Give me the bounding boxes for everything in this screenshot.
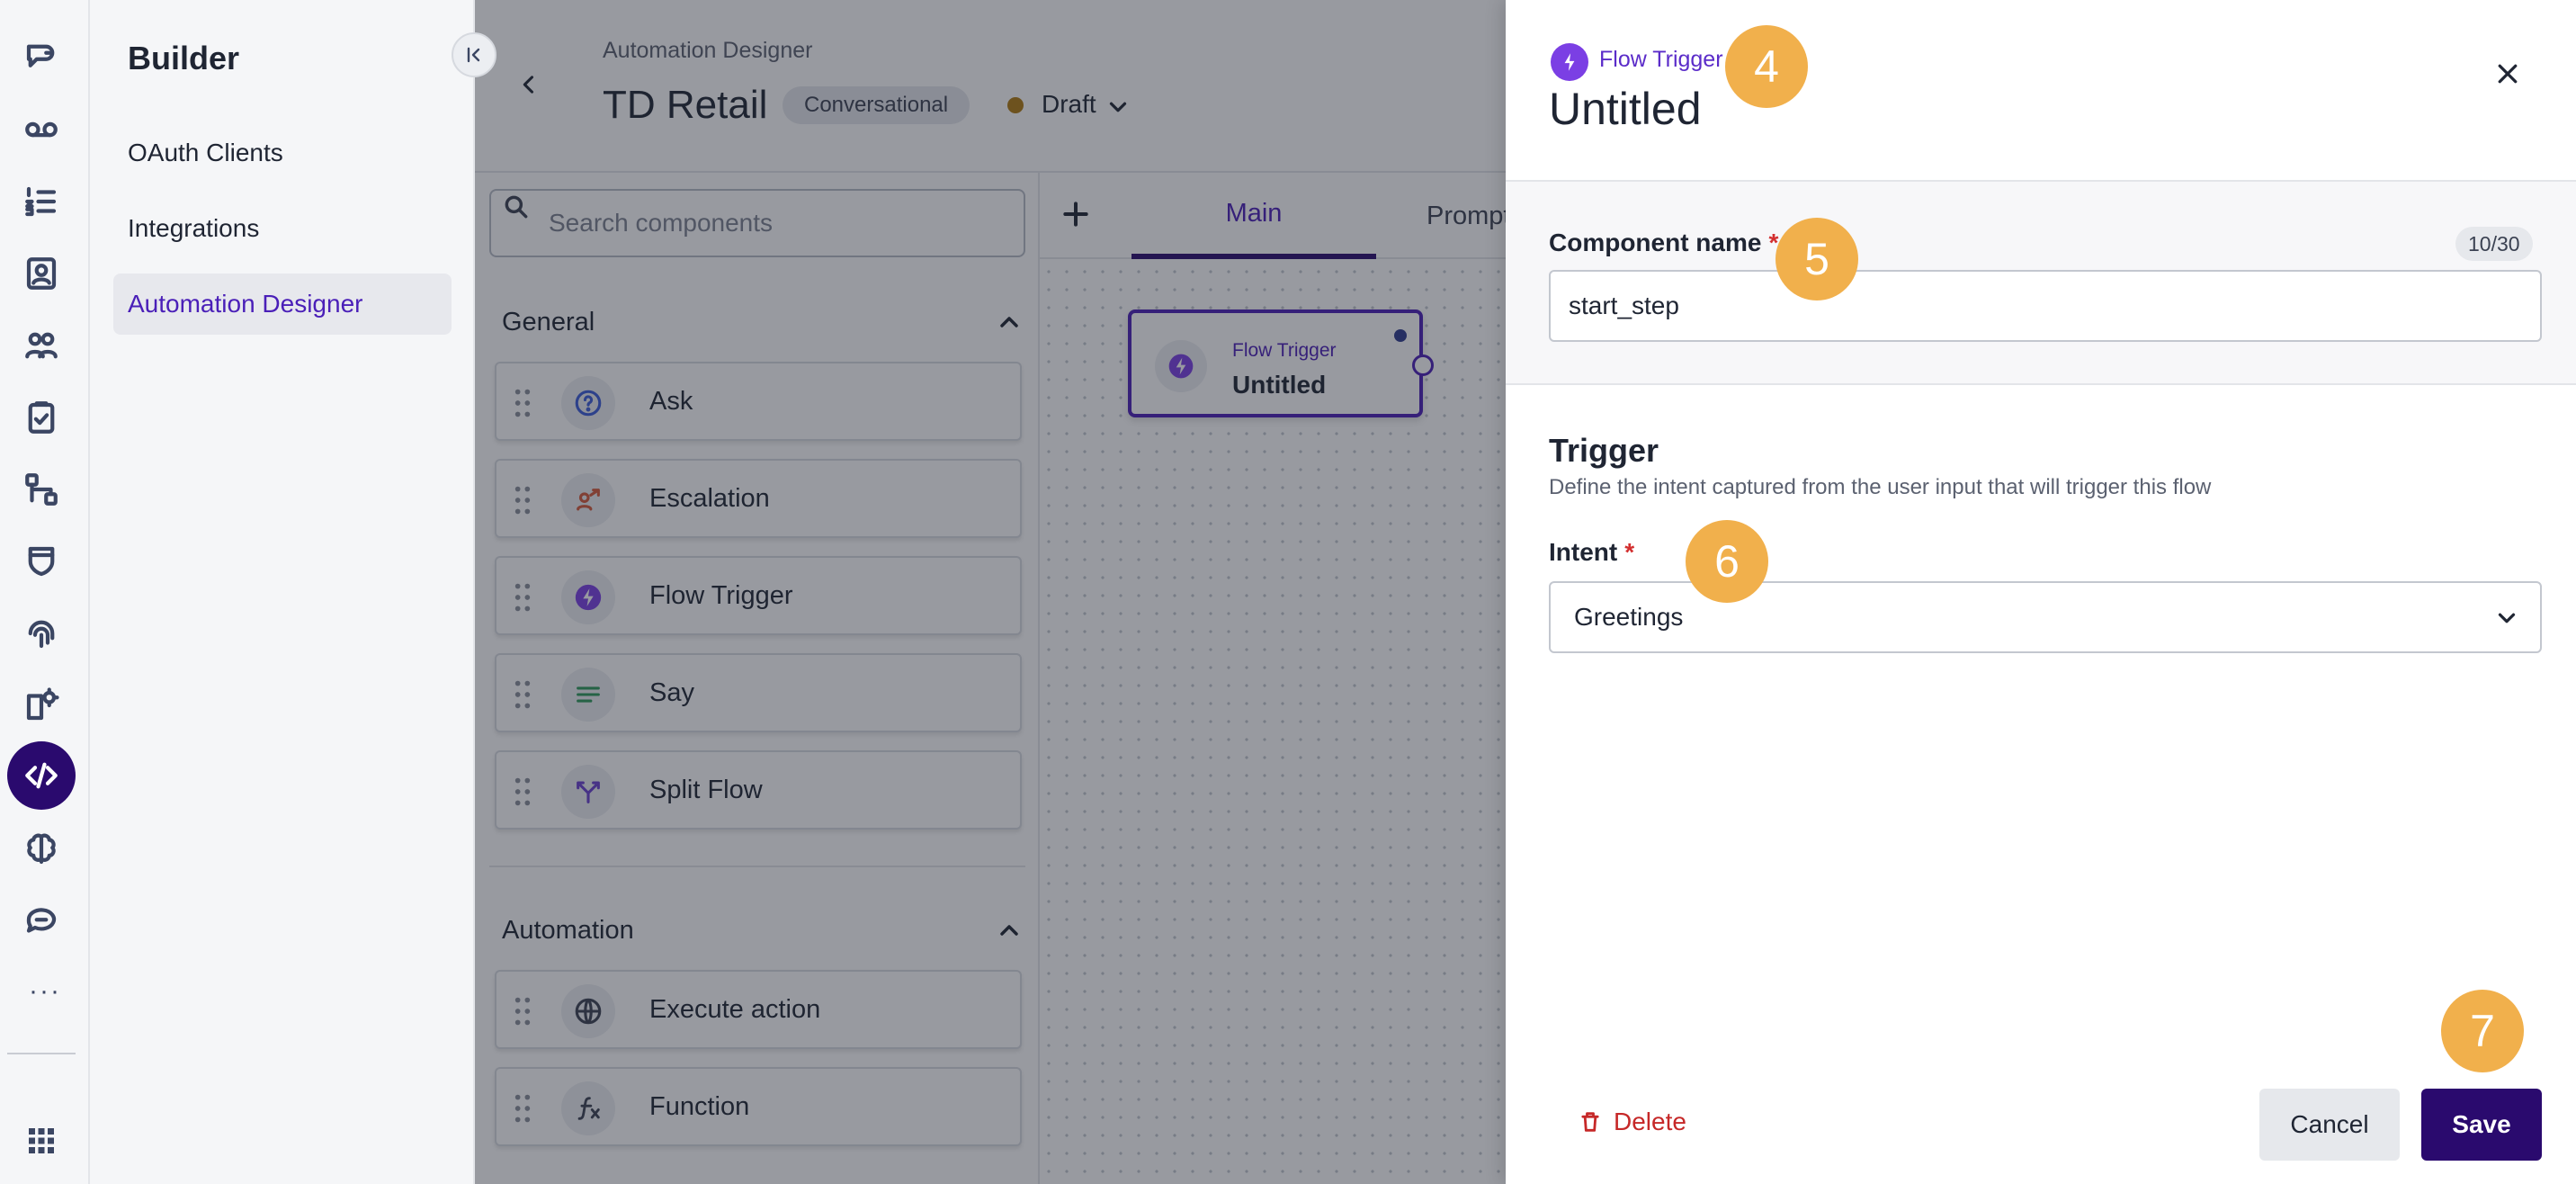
drawer-header: Flow Trigger Untitled <box>1506 0 2576 182</box>
collapse-left-icon <box>467 47 480 63</box>
flow-icon[interactable] <box>13 461 70 518</box>
nav-item-automation-designer[interactable]: Automation Designer <box>113 274 452 335</box>
close-icon <box>2498 64 2518 84</box>
clipboard-check-icon[interactable] <box>13 389 70 446</box>
delete-button[interactable]: Delete <box>1560 1089 1704 1155</box>
intent-select[interactable]: Greetings <box>1549 581 2542 653</box>
contact-card-icon[interactable] <box>13 245 70 302</box>
chevron-down-icon <box>2498 613 2516 623</box>
builder-title: Builder <box>128 40 240 76</box>
trigger-heading: Trigger <box>1549 432 1659 469</box>
rail-divider <box>7 1053 76 1054</box>
voicemail-icon[interactable] <box>13 101 70 158</box>
chat-bubble-icon[interactable] <box>13 29 70 86</box>
delete-label: Delete <box>1614 1108 1686 1135</box>
message-heart-icon[interactable] <box>13 892 70 950</box>
component-name-label: Component name * <box>1549 229 1779 256</box>
brain-icon[interactable] <box>13 821 70 878</box>
nav-item-oauth-clients[interactable]: OAuth Clients <box>113 122 452 184</box>
step-marker-5: 5 <box>1775 218 1858 300</box>
collapse-sidebar-button[interactable] <box>452 32 496 77</box>
required-mark: * <box>1624 538 1635 566</box>
component-name-input[interactable] <box>1549 270 2542 342</box>
cancel-button[interactable]: Cancel <box>2259 1089 2400 1161</box>
trash-icon <box>1581 1112 1599 1132</box>
lightning-icon <box>1551 43 1588 81</box>
modal-overlay[interactable] <box>475 0 1506 1184</box>
shield-icon[interactable] <box>13 533 70 590</box>
fingerprint-icon[interactable] <box>13 605 70 662</box>
code-icon[interactable] <box>7 741 76 810</box>
intent-value: Greetings <box>1574 603 1684 631</box>
char-count-badge: 10/30 <box>2455 227 2533 261</box>
numbered-list-icon[interactable] <box>13 173 70 230</box>
builder-panel: Builder OAuth Clients Integrations Autom… <box>90 0 475 1184</box>
trigger-description: Define the intent captured from the user… <box>1549 475 2212 499</box>
step-marker-7: 7 <box>2441 990 2524 1072</box>
apps-grid-icon[interactable] <box>13 1112 70 1170</box>
close-button[interactable] <box>2490 56 2526 92</box>
save-button[interactable]: Save <box>2421 1089 2542 1161</box>
component-name-section: Component name * 10/30 <box>1506 182 2576 385</box>
step-marker-4: 4 <box>1725 25 1808 108</box>
drawer-title: Untitled <box>1549 84 1702 134</box>
nav-item-integrations[interactable]: Integrations <box>113 198 452 259</box>
icon-rail: ··· <box>0 0 90 1184</box>
people-icon[interactable] <box>13 317 70 374</box>
intent-label: Intent * <box>1549 538 1635 566</box>
component-drawer: Flow Trigger Untitled Component name * 10… <box>1506 0 2576 1184</box>
settings-gear-icon[interactable] <box>13 677 70 734</box>
more-icon[interactable]: ··· <box>0 973 90 1009</box>
drawer-type-label: Flow Trigger <box>1599 47 1723 72</box>
step-marker-6: 6 <box>1686 520 1768 603</box>
